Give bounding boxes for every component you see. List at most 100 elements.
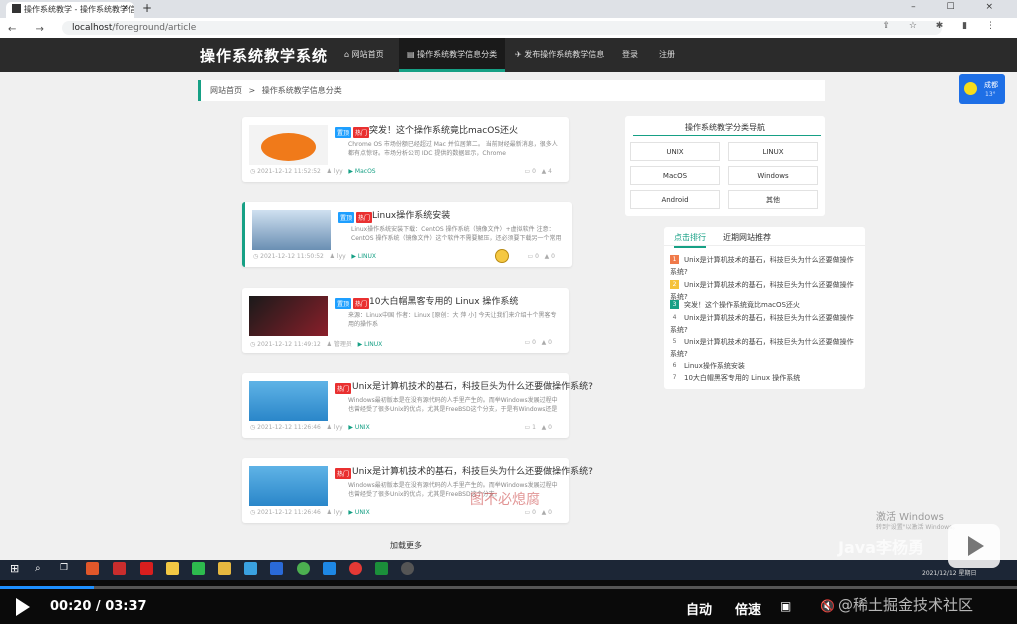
article-meta: ◷ 2021-12-12 11:50:52 ♟ lyy ▶ LINUX ▭ 0 ▲…: [253, 253, 563, 260]
rank-item[interactable]: 4 Unix是计算机技术的基石，科技巨头为什么还要做操作系统?: [670, 312, 860, 336]
rank-title[interactable]: 10大白帽黑客专用的 Linux 操作系统: [684, 374, 800, 382]
article-likes[interactable]: ▲ 4: [542, 168, 552, 175]
site-title[interactable]: 操作系统教学系统: [200, 45, 328, 66]
browser-toolbar-icons[interactable]: ⇪ ☆ ✱ ▮ ⋮: [882, 21, 1003, 31]
load-more-button[interactable]: 加载更多: [390, 540, 422, 551]
video-watermark-site: @稀土掘金技术社区: [838, 596, 974, 614]
article-meta: ◷ 2021-12-12 11:26:46 ♟ lyy ▶ UNIX ▭ 0 ▲ …: [250, 509, 560, 516]
article-category[interactable]: ▶ LINUX: [351, 253, 376, 260]
article-card[interactable]: 热门 Unix是计算机技术的基石，科技巨头为什么还要做操作系统? Windows…: [242, 373, 593, 438]
volume-icon[interactable]: 🔇: [820, 599, 835, 613]
url-input[interactable]: localhost/foreground/article: [62, 21, 942, 35]
video-watermark: Java李杨勇: [838, 538, 924, 557]
wechat-icon[interactable]: [192, 562, 205, 575]
start-icon[interactable]: ⊞: [10, 562, 23, 575]
article-title[interactable]: Unix是计算机技术的基石，科技巨头为什么还要做操作系统?: [352, 379, 593, 392]
nav-category[interactable]: ▤ 操作系统教学信息分类: [399, 38, 506, 72]
article-thumbnail[interactable]: [249, 125, 328, 165]
rank-title[interactable]: Unix是计算机技术的基石，科技巨头为什么还要做操作系统?: [670, 338, 854, 358]
chrome-icon[interactable]: [297, 562, 310, 575]
article-title[interactable]: Linux操作系统安装: [372, 208, 450, 221]
article-category[interactable]: ▶ UNIX: [348, 509, 369, 516]
article-card[interactable]: 置顶 热门 突发！这个操作系统竟比macOS还火 Chrome OS 市场份额已经…: [242, 117, 569, 182]
window-controls[interactable]: – ☐ ×: [911, 2, 1007, 12]
app-icon[interactable]: [86, 562, 99, 575]
category-button-windows[interactable]: Windows: [728, 166, 818, 185]
speed-button[interactable]: 倍速: [735, 599, 761, 618]
article-thumbnail[interactable]: [252, 210, 331, 250]
rank-item[interactable]: 7 10大白帽黑客专用的 Linux 操作系统: [670, 372, 860, 384]
article-title[interactable]: Unix是计算机技术的基石，科技巨头为什么还要做操作系统?: [352, 464, 593, 477]
article-thumbnail[interactable]: [249, 296, 328, 336]
rank-title[interactable]: Linux操作系统安装: [684, 362, 745, 370]
rank-title[interactable]: Unix是计算机技术的基石，科技巨头为什么还要做操作系统?: [670, 256, 854, 276]
app-icon[interactable]: [270, 562, 283, 575]
article-card[interactable]: 置顶 热门 Linux操作系统安装 Linux操作系统安装下载：CentOS 操作…: [242, 202, 572, 267]
category-button-macos[interactable]: MacOS: [630, 166, 720, 185]
app-icon[interactable]: [401, 562, 414, 575]
rank-number: 5: [672, 338, 677, 345]
category-button-unix[interactable]: UNIX: [630, 142, 720, 161]
article-category[interactable]: ▶ MacOS: [348, 168, 375, 175]
badge-hot: 热门: [335, 383, 352, 394]
app-icon[interactable]: [113, 562, 126, 575]
category-button-linux[interactable]: LINUX: [728, 142, 818, 161]
article-likes[interactable]: ▲ 0: [542, 424, 552, 431]
weather-widget[interactable]: 成都 13°: [959, 74, 1005, 104]
taskbar-clock[interactable]: 2021/12/12 星期日: [922, 568, 977, 577]
article-card[interactable]: 置顶 热门 10大白帽黑客专用的 Linux 操作系统 来源：Linux中国 作者…: [242, 288, 569, 353]
rank-title[interactable]: Unix是计算机技术的基石，科技巨头为什么还要做操作系统?: [670, 281, 854, 301]
nav-publish[interactable]: ✈ 发布操作系统教学信息: [515, 38, 604, 72]
site-navbar: [0, 38, 1017, 72]
nav-login[interactable]: 登录: [622, 38, 638, 72]
article-likes[interactable]: ▲ 0: [545, 253, 555, 260]
app-icon[interactable]: [140, 562, 153, 575]
article-title[interactable]: 10大白帽黑客专用的 Linux 操作系统: [369, 294, 518, 307]
mouse-cursor-icon: [495, 249, 509, 263]
article-thumbnail[interactable]: [249, 381, 328, 421]
app-icon[interactable]: [244, 562, 257, 575]
folder-icon[interactable]: [218, 562, 231, 575]
rank-number: 7: [672, 374, 677, 381]
breadcrumb-home[interactable]: 网站首页: [210, 86, 242, 95]
search-icon[interactable]: ⌕: [35, 562, 48, 575]
rank-item[interactable]: 5 Unix是计算机技术的基石，科技巨头为什么还要做操作系统?: [670, 336, 860, 360]
app-icon[interactable]: [166, 562, 179, 575]
quality-button[interactable]: 自动: [686, 599, 712, 618]
nav-home[interactable]: ⌂ 网站首页: [344, 38, 384, 72]
article-category[interactable]: ▶ LINUX: [358, 341, 383, 348]
article-comments: ▭ 0: [524, 509, 536, 516]
nav-register[interactable]: 注册: [659, 38, 675, 72]
app-icon[interactable]: [349, 562, 362, 575]
favicon-icon: [12, 4, 21, 13]
rank-number: 2: [670, 280, 679, 289]
new-tab-button[interactable]: +: [142, 1, 152, 15]
video-duration: 03:37: [105, 599, 147, 614]
article-likes[interactable]: ▲ 0: [542, 339, 552, 346]
rank-item[interactable]: 6 Linux操作系统安装: [670, 360, 860, 372]
rank-title[interactable]: Unix是计算机技术的基石，科技巨头为什么还要做操作系统?: [670, 314, 854, 334]
category-button-android[interactable]: Android: [630, 190, 720, 209]
category-button-other[interactable]: 其他: [728, 190, 818, 209]
tab-recommend[interactable]: 近期网站推荐: [723, 232, 771, 243]
task-view-icon[interactable]: ❐: [60, 562, 73, 575]
article-title[interactable]: 突发！这个操作系统竟比macOS还火: [369, 123, 518, 136]
play-icon[interactable]: [16, 598, 30, 616]
browser-tab[interactable]: 操作系统教学 - 操作系统教学信息: [6, 2, 134, 18]
tab-close-icon[interactable]: ×: [122, 3, 129, 12]
article-date: ◷ 2021-12-12 11:49:12: [250, 341, 321, 348]
app-icon[interactable]: [375, 562, 388, 575]
browser-tab-bar: [0, 0, 1017, 18]
rank-item[interactable]: 1 Unix是计算机技术的基石，科技巨头为什么还要做操作系统?: [670, 254, 860, 278]
article-likes[interactable]: ▲ 0: [542, 509, 552, 516]
activate-windows-text: 激活 Windows: [876, 512, 944, 523]
article-meta: ◷ 2021-12-12 11:52:52 ♟ lyy ▶ MacOS ▭ 0 ▲…: [250, 168, 560, 175]
video-progress-bar[interactable]: [0, 586, 1017, 589]
article-category[interactable]: ▶ UNIX: [348, 424, 369, 431]
subtitle-icon[interactable]: ▣: [780, 599, 791, 613]
article-thumbnail[interactable]: [249, 466, 328, 506]
rank-item[interactable]: 3 突发！这个操作系统竟比macOS还火: [670, 299, 860, 311]
rank-number: 4: [672, 314, 677, 321]
app-icon[interactable]: [323, 562, 336, 575]
rank-title[interactable]: 突发！这个操作系统竟比macOS还火: [684, 301, 800, 309]
